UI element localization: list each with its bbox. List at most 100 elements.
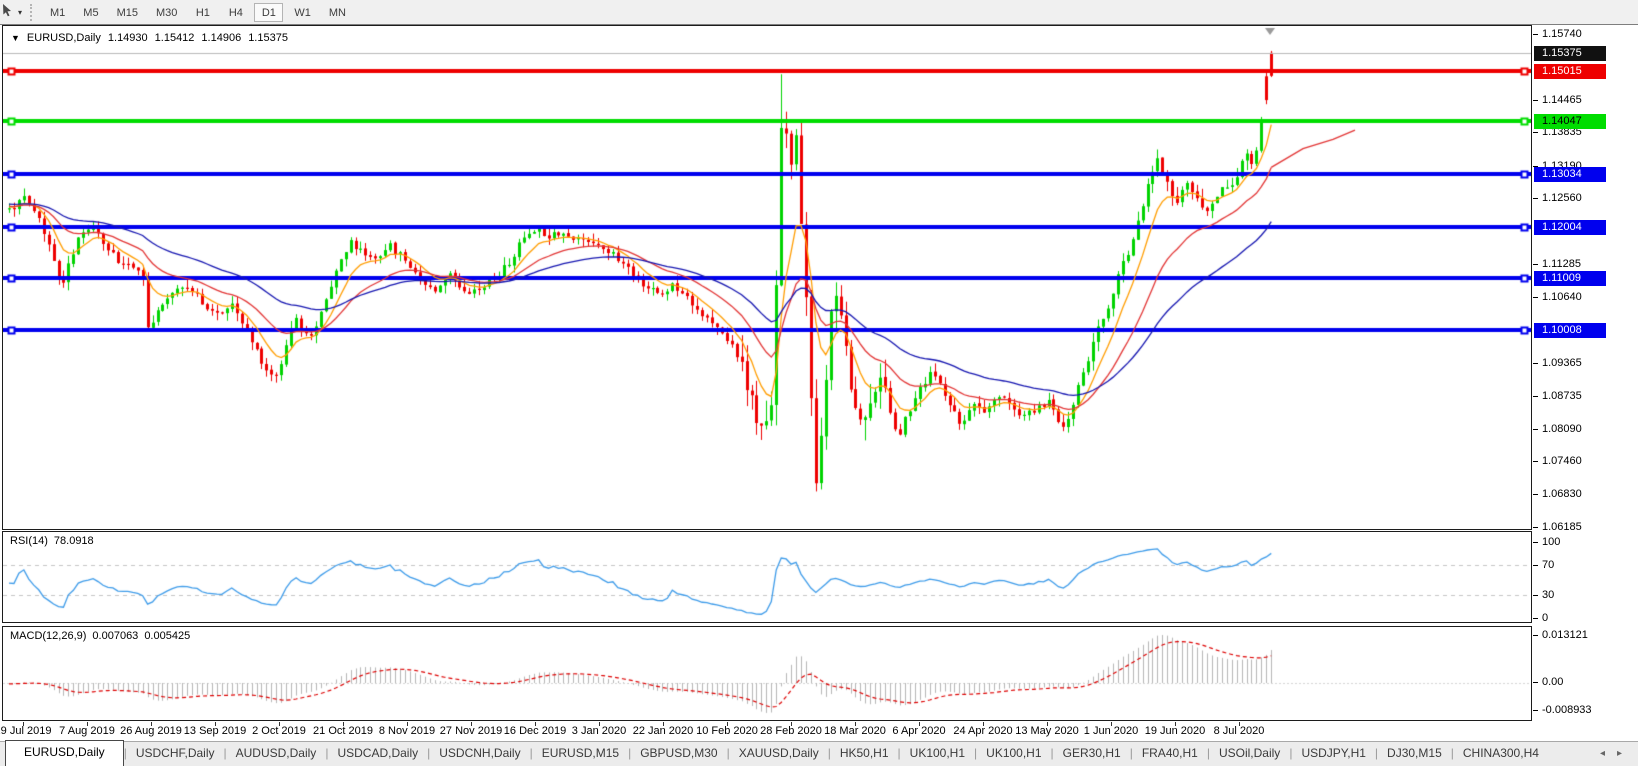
cursor-tool-icon <box>1 3 14 22</box>
date-axis-label: 13 Sep 2019 <box>183 725 247 737</box>
chart-tab-hk50-h1[interactable]: HK50,H1 <box>831 742 898 766</box>
date-axis-label: 19 Jun 2020 <box>1144 725 1206 737</box>
price-axis-tick-label: 1.07460 <box>1542 455 1582 467</box>
price-axis-tick <box>1533 461 1538 462</box>
timeframe-button-mn[interactable]: MN <box>322 3 353 22</box>
price-axis-tick <box>1533 429 1538 430</box>
price-badge: 1.10008 <box>1534 323 1606 338</box>
macd-axis-tick <box>1533 635 1538 636</box>
chevron-down-icon: ▾ <box>18 7 23 17</box>
date-axis-label: 24 Apr 2020 <box>953 725 1013 737</box>
price-badge: 1.15375 <box>1534 46 1606 61</box>
date-axis-label: 16 Dec 2019 <box>503 725 567 737</box>
timeframe-button-m30[interactable]: M30 <box>149 3 184 22</box>
price-badge: 1.13034 <box>1534 167 1606 182</box>
chart-tab-gbpusd-m30[interactable]: GBPUSD,M30 <box>631 742 726 766</box>
chart-tab-usoil-daily[interactable]: USOil,Daily <box>1210 742 1289 766</box>
tab-scroll-right-icon[interactable]: ▸ <box>1617 748 1622 759</box>
timeframe-button-m15[interactable]: M15 <box>110 3 145 22</box>
date-axis-label: 28 Feb 2020 <box>760 725 822 737</box>
date-axis-label: 10 Feb 2020 <box>696 725 758 737</box>
timeframe-button-w1[interactable]: W1 <box>287 3 318 22</box>
macd-axis-tick <box>1533 710 1538 711</box>
macd-panel[interactable]: MACD(12,26,9) 0.007063 0.005425 <box>2 626 1532 721</box>
chart-tab-usdchf-daily[interactable]: USDCHF,Daily <box>127 742 224 766</box>
top-toolbar: ▾ M1 M5 M15 M30 H1 H4 D1 W1 MN <box>0 0 1638 25</box>
macd-label: MACD(12,26,9) 0.007063 0.005425 <box>10 630 190 642</box>
chart-tab-usdcad-daily[interactable]: USDCAD,Daily <box>328 742 427 766</box>
timeframe-button-h4[interactable]: H4 <box>221 3 250 22</box>
timeframe-button-m5[interactable]: M5 <box>76 3 105 22</box>
macd-axis-tick <box>1533 682 1538 683</box>
timeframe-button-h1[interactable]: H1 <box>188 3 217 22</box>
price-axis-tick <box>1533 132 1538 133</box>
date-axis-label: 21 Oct 2019 <box>313 725 373 737</box>
chart-tab-uk100-h1[interactable]: UK100,H1 <box>977 742 1050 766</box>
chart-tab-ger30-h1[interactable]: GER30,H1 <box>1054 742 1130 766</box>
price-badge: 1.14047 <box>1534 114 1606 129</box>
date-axis-label: 8 Nov 2019 <box>378 725 436 737</box>
chart-tab-china300-h4[interactable]: CHINA300,H4 <box>1454 742 1548 766</box>
chart-symbol-label: EURUSD,Daily <box>26 32 101 44</box>
rsi-axis-label: 30 <box>1542 589 1555 601</box>
ohlc-open: 1.14930 <box>107 32 148 44</box>
price-axis-tick <box>1533 527 1538 528</box>
price-axis-tick <box>1533 34 1538 35</box>
timeframe-button-m1[interactable]: M1 <box>43 3 72 22</box>
chart-tab-usdcnh-daily[interactable]: USDCNH,Daily <box>430 742 529 766</box>
date-axis-label: 7 Aug 2019 <box>59 725 115 737</box>
chart-tab-bar: EURUSD,Daily | USDCHF,Daily | AUDUSD,Daily | U… <box>0 740 1638 766</box>
rsi-panel[interactable]: RSI(14) 78.0918 <box>2 531 1532 623</box>
chart-tab-uk100-h1[interactable]: UK100,H1 <box>901 742 974 766</box>
collapse-chart-icon[interactable]: ▼ <box>11 33 20 43</box>
price-axis-tick-label: 1.10640 <box>1542 291 1582 303</box>
chart-window: ▼ EURUSD,Daily 1.14930 1.15412 1.14906 1… <box>0 25 1638 741</box>
chart-tab-eurusd-m15[interactable]: EURUSD,M15 <box>533 742 628 766</box>
tab-scroll-left-icon[interactable]: ◂ <box>1600 748 1605 759</box>
date-axis-label: 22 Jan 2020 <box>632 725 694 737</box>
ohlc-close: 1.15375 <box>248 32 288 44</box>
price-axis-tick-label: 1.14465 <box>1542 94 1582 106</box>
price-axis-tick-label: 1.08735 <box>1542 390 1582 402</box>
rsi-axis-tick <box>1533 618 1538 619</box>
rsi-canvas[interactable] <box>3 532 1531 622</box>
price-axis-tick-label: 1.08090 <box>1542 423 1582 435</box>
rsi-axis-label: 0 <box>1542 612 1549 624</box>
price-chart-canvas[interactable] <box>3 26 1531 529</box>
chart-tab-usdjpy-h1[interactable]: USDJPY,H1 <box>1292 742 1374 766</box>
chart-title: ▼ EURUSD,Daily 1.14930 1.15412 1.14906 1… <box>11 32 288 44</box>
macd-name: MACD(12,26,9) <box>10 630 87 642</box>
rsi-value: 78.0918 <box>53 535 94 547</box>
toolbar-grip[interactable] <box>30 3 34 21</box>
date-axis-label: 27 Nov 2019 <box>439 725 503 737</box>
price-axis-tick <box>1533 396 1538 397</box>
chart-tab-audusd-daily[interactable]: AUDUSD,Daily <box>227 742 326 766</box>
ohlc-low: 1.14906 <box>201 32 242 44</box>
price-axis-tick <box>1533 297 1538 298</box>
macd-axis-label: -0.008933 <box>1542 704 1592 716</box>
price-axis-tick-label: 1.11285 <box>1542 258 1581 270</box>
timeframe-button-d1[interactable]: D1 <box>254 2 284 22</box>
price-chart-panel[interactable]: ▼ EURUSD,Daily 1.14930 1.15412 1.14906 1… <box>2 25 1532 530</box>
date-axis-label: 2 Oct 2019 <box>252 725 306 737</box>
price-badge: 1.15015 <box>1534 64 1606 79</box>
price-axis-tick-label: 1.06830 <box>1542 488 1582 500</box>
date-axis-label: 1 Jun 2020 <box>1083 725 1139 737</box>
price-axis-tick-label: 1.15740 <box>1542 28 1582 40</box>
rsi-axis-tick <box>1533 565 1538 566</box>
chart-tab-dj30-m15[interactable]: DJ30,M15 <box>1378 742 1451 766</box>
rsi-label: RSI(14) 78.0918 <box>10 535 94 547</box>
price-axis-tick <box>1533 363 1538 364</box>
macd-canvas[interactable] <box>3 627 1531 720</box>
macd-axis-label: 0.013121 <box>1542 629 1588 641</box>
cursor-tool-button[interactable]: ▾ <box>0 2 26 22</box>
chart-tab-xauusd-daily[interactable]: XAUUSD,Daily <box>730 742 828 766</box>
price-axis-tick-label: 1.09365 <box>1542 357 1582 369</box>
price-axis-tick-label: 1.12560 <box>1542 192 1582 204</box>
date-axis-label: 3 Jan 2020 <box>571 725 627 737</box>
price-axis-tick <box>1533 264 1538 265</box>
chart-tab-fra40-h1[interactable]: FRA40,H1 <box>1133 742 1207 766</box>
rsi-axis-label: 100 <box>1542 536 1561 548</box>
chart-tab-eurusd-daily[interactable]: EURUSD,Daily <box>5 740 124 766</box>
rsi-axis-tick <box>1533 542 1538 543</box>
